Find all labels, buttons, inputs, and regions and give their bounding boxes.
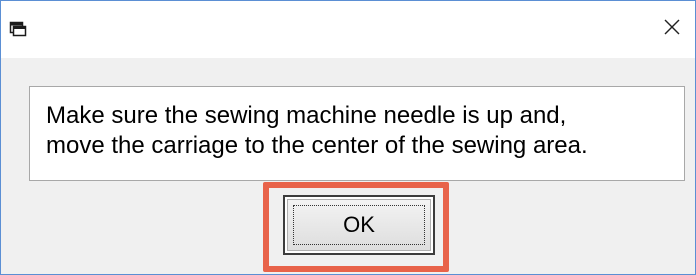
- app-window-icon: [9, 21, 27, 37]
- dialog-body: Make sure the sewing machine needle is u…: [1, 58, 695, 274]
- ok-button[interactable]: OK: [283, 195, 435, 255]
- close-icon: [663, 18, 681, 41]
- title-bar[interactable]: [1, 1, 695, 58]
- ok-button-label: OK: [343, 212, 375, 237]
- message-line-1: Make sure the sewing machine needle is u…: [46, 102, 567, 129]
- dialog-window: Make sure the sewing machine needle is u…: [0, 0, 696, 275]
- close-button[interactable]: [649, 1, 695, 58]
- message-line-2: move the carriage to the center of the s…: [46, 132, 588, 159]
- message-panel: Make sure the sewing machine needle is u…: [29, 86, 685, 181]
